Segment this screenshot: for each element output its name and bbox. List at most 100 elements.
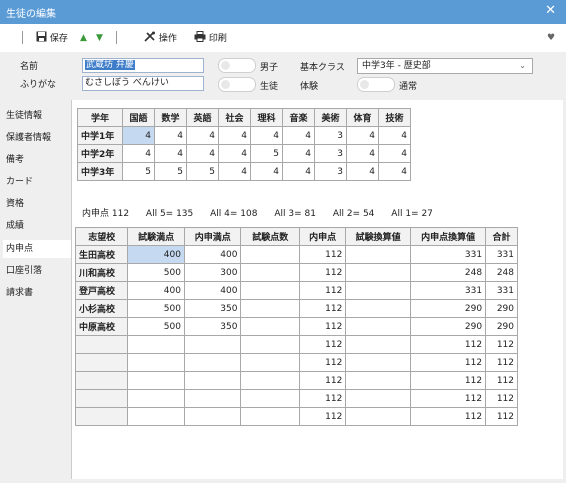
school-value-cell[interactable] xyxy=(127,353,185,372)
grade-cell[interactable]: 5 xyxy=(250,144,283,163)
sidebar-item-qualifications[interactable]: 資格 xyxy=(6,195,68,213)
school-value-cell[interactable]: 331 xyxy=(485,281,518,300)
sidebar-item-card[interactable]: カード xyxy=(6,173,68,191)
school-value-cell[interactable] xyxy=(240,407,301,426)
close-icon[interactable]: ✕ xyxy=(545,3,556,18)
grade-cell[interactable]: 5 xyxy=(154,162,187,181)
school-value-cell[interactable] xyxy=(127,407,185,426)
grade-cell[interactable]: 4 xyxy=(122,144,155,163)
school-value-cell[interactable] xyxy=(183,353,242,372)
grade-cell[interactable]: 4 xyxy=(378,144,411,163)
grade-cell[interactable]: 4 xyxy=(346,126,379,145)
school-value-cell[interactable]: 112 xyxy=(485,389,518,408)
school-value-cell[interactable]: 112 xyxy=(299,281,347,300)
sidebar-item-grades[interactable]: 成績 xyxy=(6,217,68,235)
school-value-cell[interactable] xyxy=(240,281,301,300)
school-value-cell[interactable]: 112 xyxy=(299,371,347,390)
school-value-cell[interactable] xyxy=(127,389,185,408)
school-value-cell[interactable]: 112 xyxy=(485,371,518,390)
grade-cell[interactable]: 4 xyxy=(122,126,155,145)
school-value-cell[interactable]: 400 xyxy=(127,281,185,300)
grade-cell[interactable]: 5 xyxy=(186,162,219,181)
school-value-cell[interactable] xyxy=(240,245,301,264)
school-value-cell[interactable]: 290 xyxy=(410,299,487,318)
school-value-cell[interactable] xyxy=(345,335,412,354)
school-value-cell[interactable]: 248 xyxy=(485,263,518,282)
sidebar-item-bank-transfer[interactable]: 口座引落 xyxy=(6,262,68,280)
school-value-cell[interactable]: 290 xyxy=(485,299,518,318)
school-name-cell[interactable] xyxy=(74,335,129,354)
move-down-button[interactable]: ▼ xyxy=(96,31,103,45)
grade-cell[interactable]: 4 xyxy=(282,162,315,181)
school-name-cell[interactable] xyxy=(74,353,129,372)
grade-cell[interactable]: 4 xyxy=(154,144,187,163)
exam-toggle[interactable] xyxy=(357,77,395,92)
grade-cell[interactable]: 4 xyxy=(378,162,411,181)
school-value-cell[interactable] xyxy=(183,407,242,426)
print-button[interactable]: 印刷 xyxy=(194,31,227,45)
grade-cell[interactable]: 3 xyxy=(314,144,347,163)
grade-cell[interactable]: 4 xyxy=(218,126,251,145)
school-value-cell[interactable] xyxy=(183,371,242,390)
school-name-cell[interactable]: 小杉高校 xyxy=(74,299,129,318)
school-value-cell[interactable] xyxy=(183,335,242,354)
school-value-cell[interactable]: 112 xyxy=(299,317,347,336)
school-value-cell[interactable] xyxy=(345,389,412,408)
class-select[interactable]: 中学3年 - 歴史部 ⌄ xyxy=(357,58,533,74)
school-value-cell[interactable] xyxy=(345,317,412,336)
gender-toggle[interactable] xyxy=(218,58,256,73)
school-value-cell[interactable]: 112 xyxy=(410,353,487,372)
save-button[interactable]: 保存 xyxy=(36,31,68,45)
school-value-cell[interactable] xyxy=(345,371,412,390)
school-value-cell[interactable]: 350 xyxy=(183,317,242,336)
school-value-cell[interactable]: 400 xyxy=(127,245,185,264)
sidebar-item-student-info[interactable]: 生徒情報 xyxy=(6,107,68,125)
school-value-cell[interactable] xyxy=(183,389,242,408)
school-value-cell[interactable]: 112 xyxy=(485,407,518,426)
school-value-cell[interactable]: 290 xyxy=(410,317,487,336)
grade-cell[interactable]: 5 xyxy=(122,162,155,181)
school-value-cell[interactable]: 112 xyxy=(299,263,347,282)
school-value-cell[interactable] xyxy=(345,299,412,318)
school-name-cell[interactable]: 川和高校 xyxy=(74,263,129,282)
school-value-cell[interactable]: 400 xyxy=(183,281,242,300)
grade-cell[interactable]: 3 xyxy=(314,162,347,181)
school-value-cell[interactable] xyxy=(345,263,412,282)
school-value-cell[interactable]: 112 xyxy=(410,335,487,354)
school-value-cell[interactable] xyxy=(127,371,185,390)
sidebar-item-naishin[interactable]: 内申点 xyxy=(3,240,71,258)
school-value-cell[interactable]: 112 xyxy=(410,389,487,408)
grade-cell[interactable]: 4 xyxy=(186,126,219,145)
school-value-cell[interactable]: 112 xyxy=(410,371,487,390)
school-value-cell[interactable]: 112 xyxy=(485,335,518,354)
school-value-cell[interactable] xyxy=(240,299,301,318)
grade-cell[interactable]: 4 xyxy=(154,126,187,145)
school-value-cell[interactable] xyxy=(240,335,301,354)
school-value-cell[interactable]: 112 xyxy=(299,335,347,354)
school-name-cell[interactable]: 中原高校 xyxy=(74,317,129,336)
favorite-button[interactable]: ♥ xyxy=(547,31,555,45)
school-value-cell[interactable]: 290 xyxy=(485,317,518,336)
school-value-cell[interactable]: 350 xyxy=(183,299,242,318)
grade-cell[interactable]: 4 xyxy=(346,162,379,181)
school-value-cell[interactable]: 112 xyxy=(299,245,347,264)
sidebar-item-notes[interactable]: 備考 xyxy=(6,151,68,169)
grade-cell[interactable]: 4 xyxy=(186,144,219,163)
school-value-cell[interactable]: 112 xyxy=(299,299,347,318)
grade-cell[interactable]: 4 xyxy=(250,162,283,181)
move-up-button[interactable]: ▲ xyxy=(80,31,87,45)
school-value-cell[interactable]: 112 xyxy=(299,389,347,408)
school-value-cell[interactable] xyxy=(240,263,301,282)
grade-cell[interactable]: 4 xyxy=(378,126,411,145)
school-value-cell[interactable]: 112 xyxy=(299,407,347,426)
school-value-cell[interactable] xyxy=(240,353,301,372)
status-toggle[interactable] xyxy=(218,77,256,92)
grade-cell[interactable]: 4 xyxy=(218,162,251,181)
school-value-cell[interactable]: 112 xyxy=(485,353,518,372)
school-value-cell[interactable]: 400 xyxy=(183,245,242,264)
sidebar-item-invoice[interactable]: 請求書 xyxy=(6,284,68,302)
grade-cell[interactable]: 4 xyxy=(218,144,251,163)
name-input[interactable]: 武蔵坊 弁慶 xyxy=(82,58,204,73)
grade-cell[interactable]: 4 xyxy=(282,126,315,145)
furigana-input[interactable]: むさしぼう べんけい xyxy=(82,76,204,91)
